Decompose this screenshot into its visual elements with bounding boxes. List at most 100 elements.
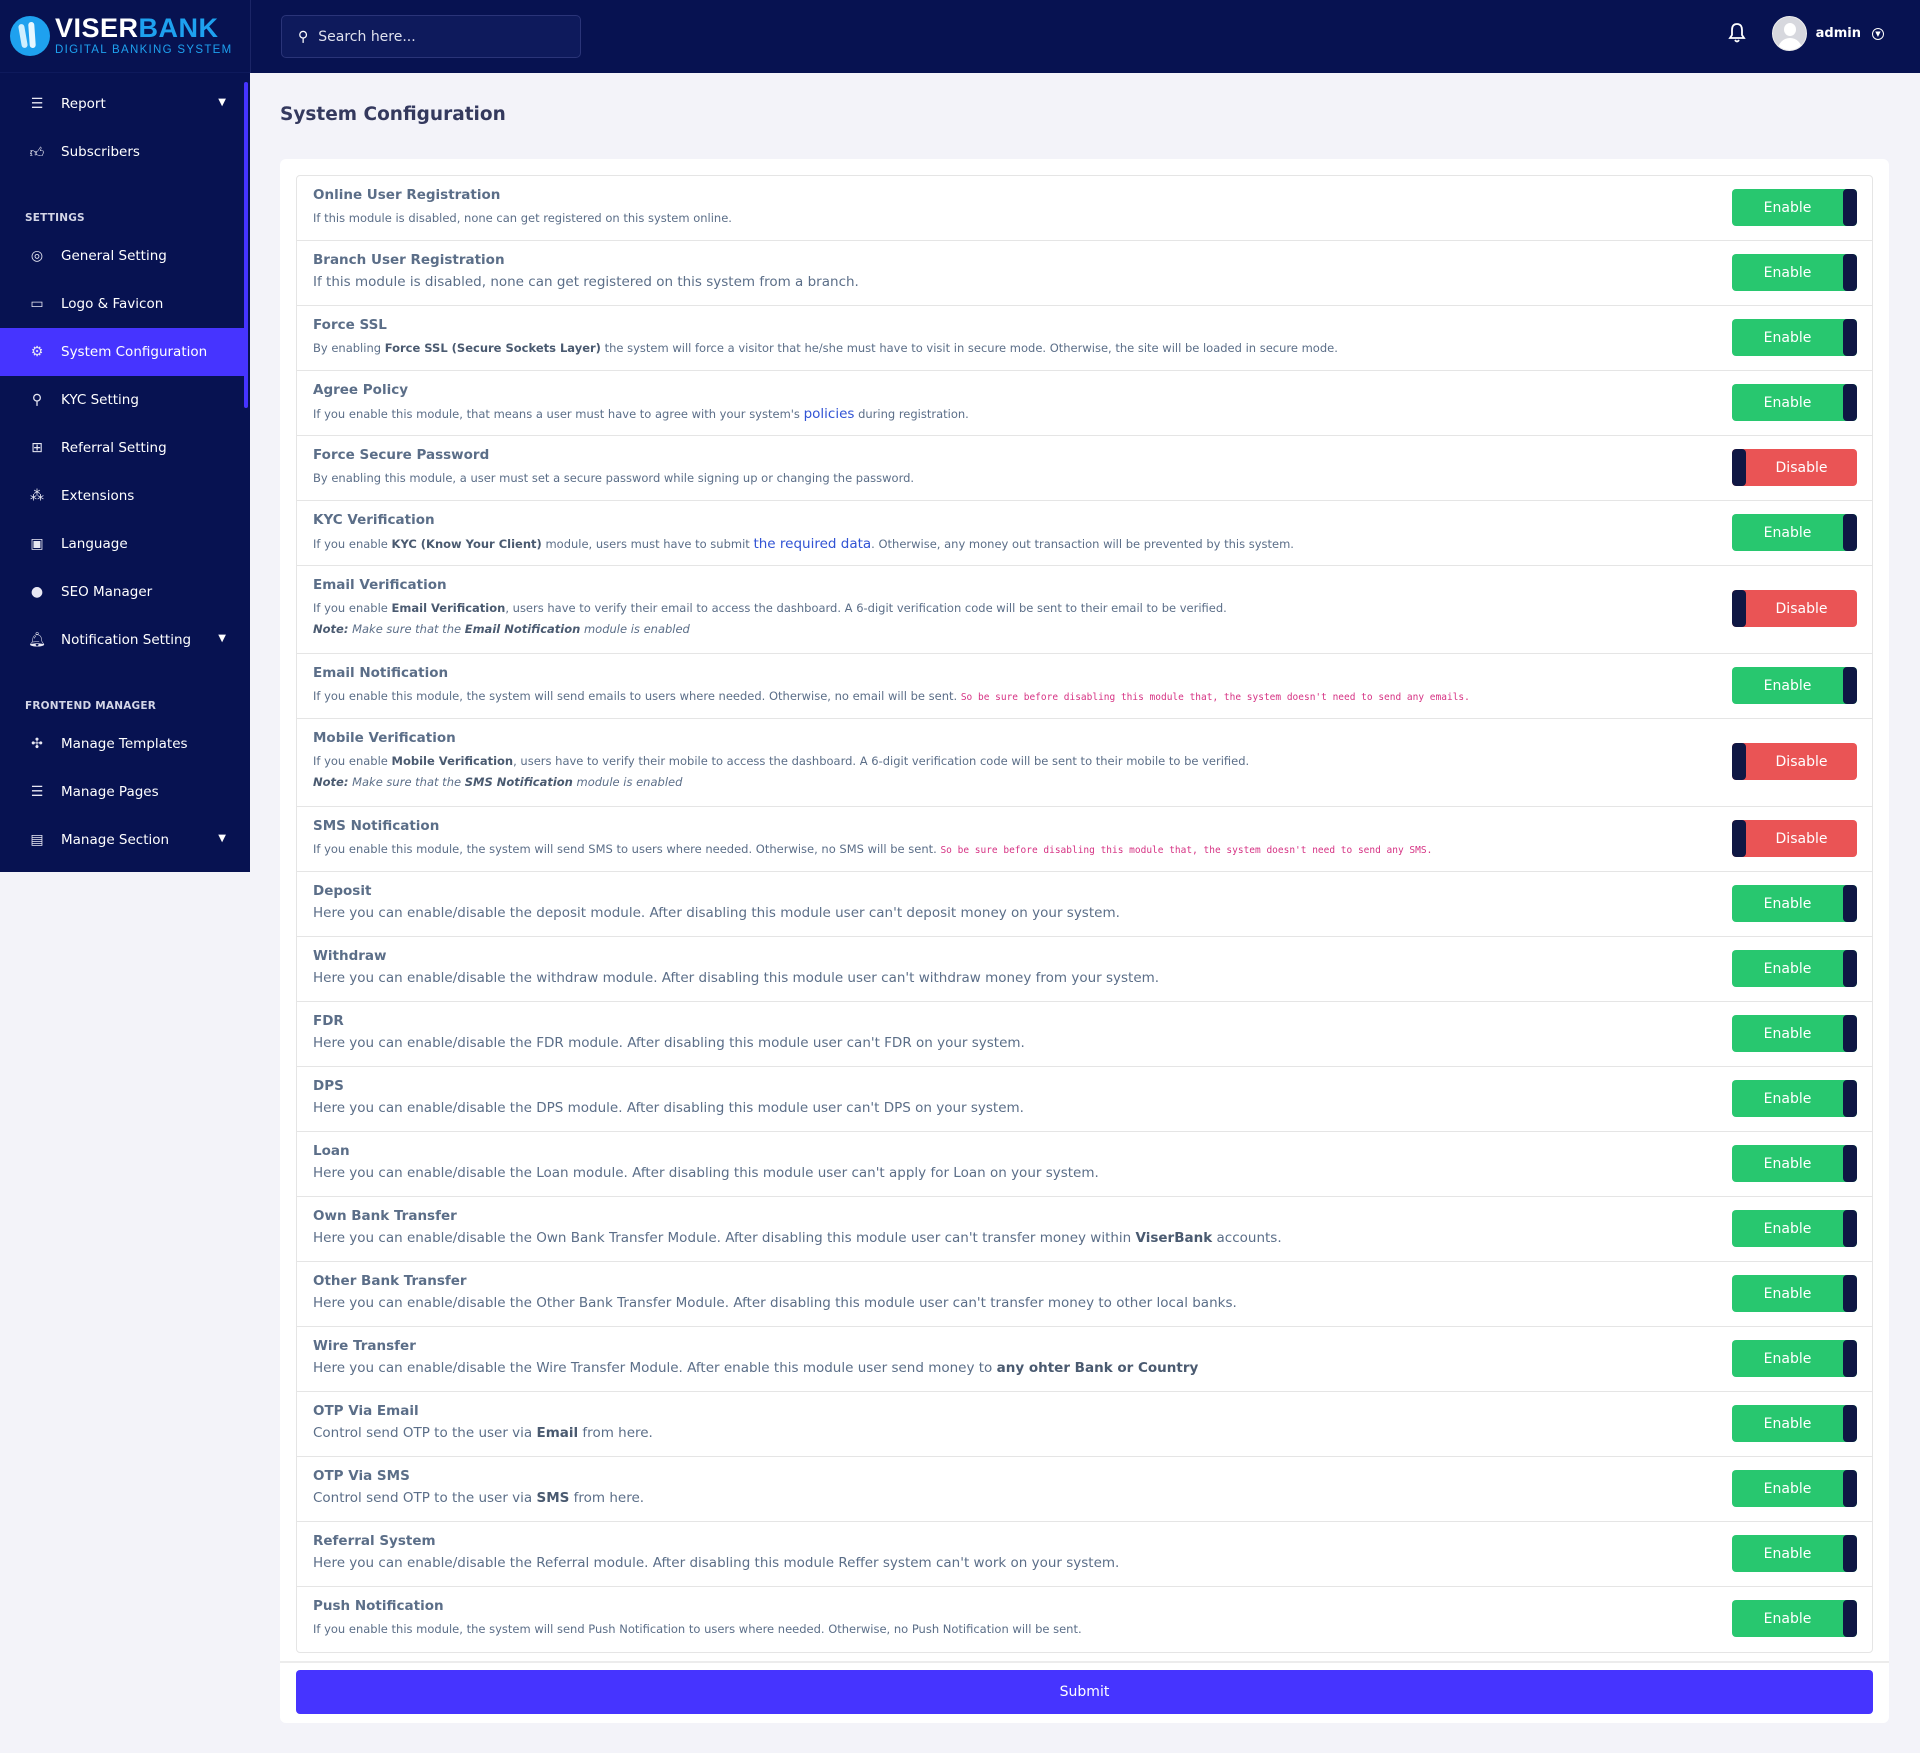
description-text: If this module is disabled, none can get… [313,274,859,290]
toggle-knob [1843,885,1857,922]
module-toggle[interactable]: Enable [1732,1470,1857,1507]
toggle-knob [1843,1275,1857,1312]
chevron-down-icon: ▼ [218,633,226,644]
module-note: Note: Make sure that the Email Notificat… [313,622,1856,636]
module-toggle[interactable]: Enable [1732,1600,1857,1637]
brand-logo[interactable]: VISERBANK DIGITAL BANKING SYSTEM [0,0,250,73]
module-toggle[interactable]: Enable [1732,950,1857,987]
description-text: By enabling [313,341,385,355]
module-toggle[interactable]: Disable [1732,820,1857,857]
module-description: If this module is disabled, none can get… [313,274,1856,290]
description-text: accounts. [1212,1230,1282,1246]
sidebar-item-label: System Configuration [61,344,208,360]
description-link[interactable]: the required data [753,536,871,552]
module-toggle[interactable]: Enable [1732,1275,1857,1312]
module-toggle[interactable]: Enable [1732,1405,1857,1442]
module-row: Email Notification If you enable this mod… [297,654,1872,719]
sidebar-item-manage-section[interactable]: ▤ Manage Section ▼ [0,816,246,864]
module-row: Wire Transfer Here you can enable/disable… [297,1327,1872,1392]
sidebar-item-manage-templates[interactable]: ✣ Manage Templates [0,720,246,768]
module-toggle[interactable]: Enable [1732,667,1857,704]
module-description: If you enable this module, the system wi… [313,1622,1856,1636]
sidebar-item-referral-setting[interactable]: ⊞ Referral Setting [0,424,246,472]
sidebar-item-language[interactable]: ▣ Language [0,520,246,568]
toggle-knob [1843,1015,1857,1052]
thumbs-up-icon: 👍︎ [29,144,45,161]
user-menu[interactable]: admin ▼ [1771,16,1884,51]
sidebar-item-label: Report [61,96,106,112]
sidebar-item-notification-setting[interactable]: 🔔︎ Notification Setting ▼ [0,616,246,664]
description-text: module, users must have to submit [541,537,754,551]
module-toggle[interactable]: Enable [1732,1210,1857,1247]
description-text: the system will force a visitor that he/… [600,341,1338,355]
module-toggle[interactable]: Enable [1732,1535,1857,1572]
sidebar-item-seo-manager[interactable]: ● SEO Manager [0,568,246,616]
sidebar-item-logo-favicon[interactable]: ▭ Logo & Favicon [0,280,246,328]
module-title: Deposit [313,883,372,899]
module-row: Deposit Here you can enable/disable the d… [297,872,1872,937]
sidebar-item-subscribers[interactable]: 👍︎ Subscribers [0,128,246,176]
sitemap-icon: ⊞ [31,440,43,456]
avatar [1771,16,1807,51]
sidebar-item-system-configuration[interactable]: ⚙ System Configuration [0,328,246,376]
toggle-label: Enable [1763,1220,1812,1237]
toggle-knob [1732,743,1746,780]
toggle-knob [1732,820,1746,857]
description-text: If you enable this module, that means a … [313,407,804,421]
module-title: Email Verification [313,577,447,593]
sidebar-item-manage-pages[interactable]: ☰ Manage Pages [0,768,246,816]
module-title: SMS Notification [313,818,440,834]
module-toggle[interactable]: Enable [1732,1015,1857,1052]
description-text: during registration. [854,407,969,421]
description-text: If you enable [313,601,392,615]
module-toggle[interactable]: Enable [1732,189,1857,226]
submit-button[interactable]: Submit [296,1670,1873,1714]
description-text: Here you can enable/disable the Wire Tra… [313,1360,997,1376]
description-text: Control send OTP to the user via [313,1490,537,1506]
module-row: OTP Via Email Control send OTP to the use… [297,1392,1872,1457]
module-toggle[interactable]: Enable [1732,514,1857,551]
module-toggle[interactable]: Enable [1732,254,1857,291]
globe-icon: ● [30,584,44,600]
module-toggle[interactable]: Disable [1732,590,1857,627]
toggle-label: Enable [1763,329,1812,346]
module-title: Online User Registration [313,187,501,203]
sidebar-item-label: Language [61,536,128,552]
module-toggle[interactable]: Enable [1732,1145,1857,1182]
sidebar-item-report[interactable]: ☰ Report ▼ [0,80,246,128]
sidebar-item-general-setting[interactable]: ◎ General Setting [0,232,246,280]
list-icon: ☰ [30,784,44,800]
module-toggle[interactable]: Enable [1732,1340,1857,1377]
sidebar-item-label: Referral Setting [61,440,167,456]
note-text: Make sure that the [348,622,465,636]
module-toggle[interactable]: Enable [1732,384,1857,421]
chevron-down-icon: ▼ [218,97,226,108]
toggle-knob [1843,1340,1857,1377]
description-text: from here. [578,1425,653,1441]
module-toggle[interactable]: Enable [1732,1080,1857,1117]
description-text: If you enable [313,754,392,768]
sidebar-item-extensions[interactable]: ⁂ Extensions [0,472,246,520]
sidebar-item-kyc-setting[interactable]: ⚲ KYC Setting [0,376,246,424]
module-toggle[interactable]: Enable [1732,319,1857,356]
module-row: Force SSL By enabling Force SSL (Secure S… [297,306,1872,371]
toggle-label: Enable [1763,1090,1812,1107]
notification-bell-icon[interactable] [1728,22,1746,44]
description-link[interactable]: policies [804,406,855,422]
module-toggle[interactable]: Enable [1732,885,1857,922]
toggle-label: Enable [1763,394,1812,411]
description-text: Here you can enable/disable the FDR modu… [313,1035,1025,1051]
description-warning: So be sure before disabling this module … [940,845,1433,856]
sidebar-item-label: Manage Templates [61,736,188,752]
sidebar-nav: ☰ Report ▼ 👍︎ Subscribers SETTINGS ◎ Gen… [0,80,246,864]
module-toggle[interactable]: Disable [1732,449,1857,486]
module-toggle[interactable]: Disable [1732,743,1857,780]
html5-icon: ▤ [30,832,44,848]
module-row: FDR Here you can enable/disable the FDR m… [297,1002,1872,1067]
search-input[interactable] [318,28,559,45]
note-emphasis: Email Notification [464,622,581,636]
toggle-label: Enable [1763,677,1812,694]
bell-icon: 🔔︎ [28,632,46,648]
search-box[interactable]: ⚲ [281,15,581,58]
description-text: If this module is disabled, none can get… [313,211,732,225]
